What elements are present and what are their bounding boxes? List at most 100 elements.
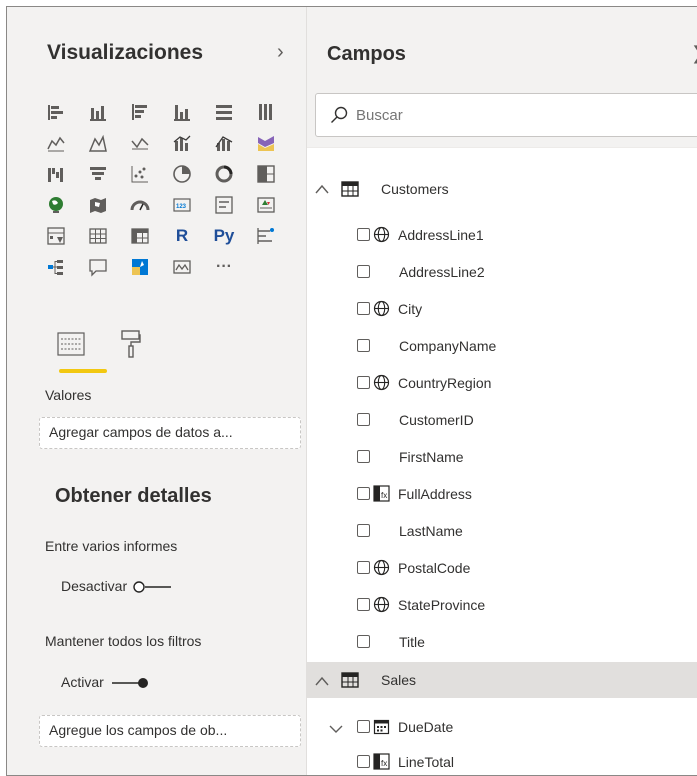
field-checkbox[interactable] <box>357 720 370 733</box>
line-chart-icon[interactable] <box>45 132 67 154</box>
visualizations-title: Visualizaciones <box>47 41 204 64</box>
globe-icon <box>373 596 390 613</box>
field-name: CountryRegion <box>398 375 492 391</box>
field-checkbox[interactable] <box>357 376 370 389</box>
matrix-icon[interactable] <box>129 225 151 247</box>
field-list: Customers AddressLine1 AddressLine2 City Co… <box>307 147 697 775</box>
gauge-icon[interactable] <box>129 194 151 216</box>
100-column-icon[interactable] <box>255 101 277 123</box>
funnel-icon[interactable] <box>87 163 109 185</box>
scatter-icon[interactable] <box>129 163 151 185</box>
visual-icon-row: 123 <box>45 194 305 220</box>
search-box[interactable] <box>315 93 697 137</box>
waterfall-icon[interactable] <box>45 163 67 185</box>
visual-icon-row <box>45 101 305 127</box>
field-row[interactable]: CustomerID <box>307 403 697 439</box>
field-checkbox[interactable] <box>357 561 370 574</box>
format-tab[interactable] <box>113 329 149 363</box>
search-input[interactable] <box>356 104 656 126</box>
table-row-customers[interactable]: Customers <box>307 172 697 208</box>
ribbon-chart-icon[interactable] <box>255 132 277 154</box>
kpi-icon[interactable] <box>255 194 277 216</box>
area-chart-icon[interactable] <box>87 132 109 154</box>
field-row[interactable]: FirstName <box>307 440 697 476</box>
paginated-report-icon[interactable] <box>171 256 193 278</box>
field-name: CustomerID <box>399 412 474 428</box>
qa-icon[interactable] <box>87 256 109 278</box>
chevron-right-icon[interactable]: › <box>277 41 284 64</box>
stacked-column-icon[interactable] <box>87 101 109 123</box>
toggle-on-icon <box>110 676 150 688</box>
field-checkbox[interactable] <box>357 635 370 648</box>
fields-well-tab[interactable] <box>53 329 89 363</box>
fields-well-icon <box>56 330 86 363</box>
paint-roller-icon <box>120 329 142 364</box>
field-checkbox[interactable] <box>357 598 370 611</box>
multirow-card-icon[interactable] <box>213 194 235 216</box>
globe-icon <box>373 559 390 576</box>
line-clustered-icon[interactable] <box>213 132 235 154</box>
field-row[interactable]: AddressLine1 <box>307 218 697 254</box>
field-checkbox[interactable] <box>357 302 370 315</box>
visual-icon-row <box>45 132 305 158</box>
field-row[interactable]: fx LineTotal <box>307 745 697 775</box>
field-row[interactable]: CompanyName <box>307 329 697 365</box>
keep-filters-toggle[interactable]: Activar <box>61 672 150 692</box>
field-row[interactable]: fx FullAddress <box>307 477 697 513</box>
decomposition-tree-icon[interactable] <box>45 256 67 278</box>
cross-report-label: Entre varios informes <box>45 538 178 554</box>
more-icon[interactable]: ··· <box>213 256 235 278</box>
chevron-up-icon[interactable] <box>315 674 329 690</box>
r-visual-icon[interactable]: R <box>171 225 193 247</box>
chevron-up-icon[interactable] <box>315 182 329 198</box>
field-name: City <box>398 301 423 317</box>
clustered-column-icon[interactable] <box>171 101 193 123</box>
table-icon[interactable] <box>87 225 109 247</box>
field-checkbox[interactable] <box>357 450 370 463</box>
field-row[interactable]: PostalCode <box>307 551 697 587</box>
cross-report-toggle[interactable]: Desactivar <box>61 576 173 596</box>
close-icon[interactable]: ❯ <box>691 43 697 64</box>
chevron-down-icon[interactable] <box>329 721 343 737</box>
slicer-icon[interactable] <box>45 225 67 247</box>
field-row[interactable]: CountryRegion <box>307 366 697 402</box>
field-row[interactable]: Title <box>307 625 697 661</box>
pie-icon[interactable] <box>171 163 193 185</box>
stacked-bar-icon[interactable] <box>45 101 67 123</box>
donut-icon[interactable] <box>213 163 235 185</box>
calculated-column-icon: fx <box>373 753 390 770</box>
field-checkbox[interactable] <box>357 265 370 278</box>
values-well[interactable]: Agregar campos de datos a... <box>39 417 301 449</box>
field-row[interactable]: LastName <box>307 514 697 550</box>
field-row[interactable]: City <box>307 292 697 328</box>
field-row[interactable]: AddressLine2 <box>307 255 697 291</box>
field-row[interactable]: StateProvince <box>307 588 697 624</box>
map-icon[interactable] <box>45 194 67 216</box>
field-checkbox[interactable] <box>357 524 370 537</box>
100-bar-icon[interactable] <box>213 101 235 123</box>
stacked-area-icon[interactable] <box>129 132 151 154</box>
visual-icon-row: R Py <box>45 225 305 251</box>
field-checkbox[interactable] <box>357 339 370 352</box>
key-influencers-icon[interactable] <box>255 225 277 247</box>
field-checkbox[interactable] <box>357 487 370 500</box>
drillthrough-well[interactable]: Agregue los campos de ob... <box>39 715 301 747</box>
field-checkbox[interactable] <box>357 755 370 768</box>
card-icon[interactable]: 123 <box>171 194 193 216</box>
visual-icon-row: ··· <box>45 256 305 282</box>
field-row[interactable]: DueDate <box>307 710 697 746</box>
globe-icon <box>373 374 390 391</box>
field-checkbox[interactable] <box>357 228 370 241</box>
clustered-bar-icon[interactable] <box>129 101 151 123</box>
table-name: Customers <box>381 181 449 197</box>
field-name: LastName <box>399 523 463 539</box>
table-row-sales[interactable]: Sales <box>307 662 697 698</box>
python-visual-icon[interactable]: Py <box>213 225 235 247</box>
smart-narrative-icon[interactable] <box>129 256 151 278</box>
calendar-icon <box>373 718 390 735</box>
treemap-icon[interactable] <box>255 163 277 185</box>
filled-map-icon[interactable] <box>87 194 109 216</box>
keep-filters-label: Mantener todos los filtros <box>45 633 202 649</box>
line-column-icon[interactable] <box>171 132 193 154</box>
field-checkbox[interactable] <box>357 413 370 426</box>
